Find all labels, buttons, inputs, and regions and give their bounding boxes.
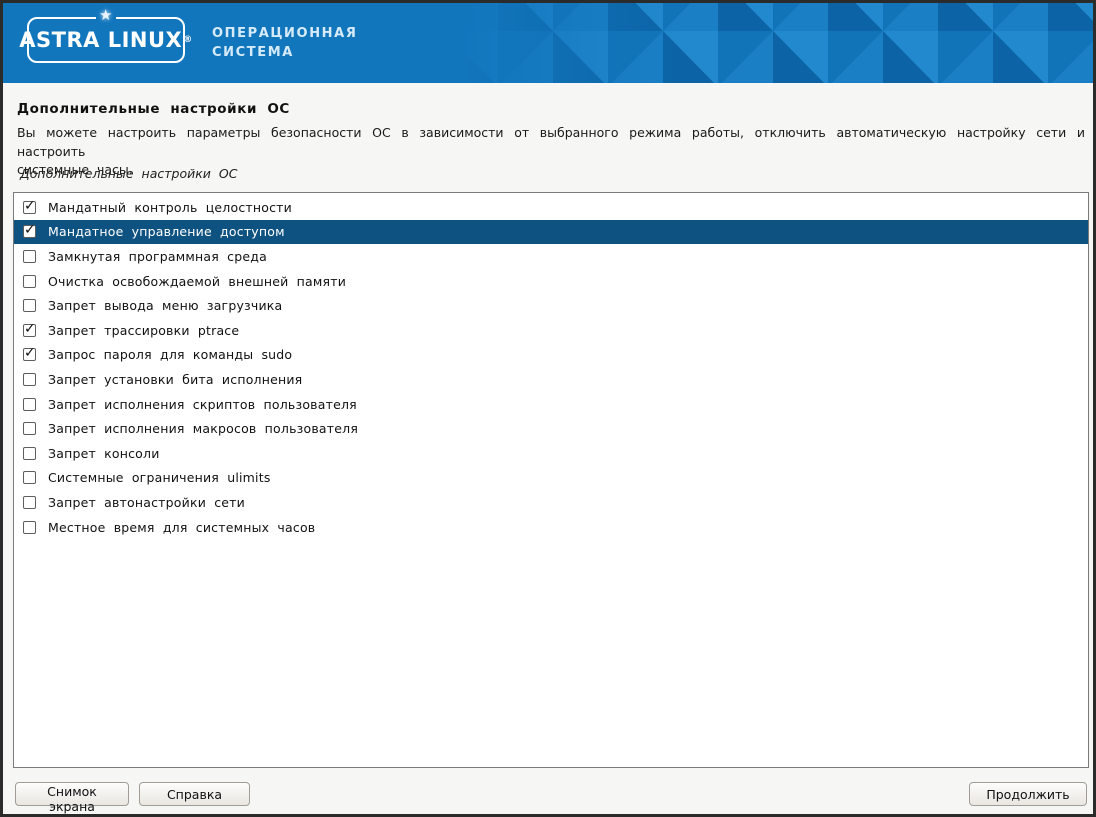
checkbox-icon[interactable]	[23, 496, 36, 509]
product-name: ОПЕРАЦИОННАЯ СИСТЕМА	[212, 24, 357, 62]
option-label: Местное время для системных часов	[48, 520, 315, 535]
option-row[interactable]: Мандатный контроль целостности	[14, 195, 1088, 220]
option-label: Запрос пароля для команды sudo	[48, 347, 292, 362]
product-line2: СИСТЕМА	[212, 43, 357, 62]
option-label: Системные ограничения ulimits	[48, 470, 271, 485]
screenshot-button[interactable]: Снимок экрана	[15, 782, 129, 806]
help-button[interactable]: Справка	[139, 782, 250, 806]
page-title: Дополнительные настройки ОС	[17, 101, 290, 117]
option-row[interactable]: Запрос пароля для команды sudo	[14, 343, 1088, 368]
checkbox-icon[interactable]	[23, 398, 36, 411]
option-row[interactable]: Запрет вывода меню загрузчика	[14, 293, 1088, 318]
option-row[interactable]: Местное время для системных часов	[14, 515, 1088, 540]
logo-text: ASTRA LINUX	[19, 28, 182, 52]
checkbox-icon[interactable]	[23, 521, 36, 534]
option-row[interactable]: Системные ограничения ulimits	[14, 466, 1088, 491]
description-line1: Вы можете настроить параметры безопаснос…	[17, 124, 1085, 161]
option-row[interactable]: Очистка освобождаемой внешней памяти	[14, 269, 1088, 294]
options-list[interactable]: Мандатный контроль целостности Мандатное…	[13, 192, 1089, 768]
product-line1: ОПЕРАЦИОННАЯ	[212, 24, 357, 43]
option-row[interactable]: Запрет трассировки ptrace	[14, 318, 1088, 343]
option-row[interactable]: Замкнутая программная среда	[14, 244, 1088, 269]
option-label: Запрет вывода меню загрузчика	[48, 298, 282, 313]
checkbox-icon[interactable]	[23, 201, 36, 214]
option-label: Запрет установки бита исполнения	[48, 372, 302, 387]
checkbox-icon[interactable]	[23, 471, 36, 484]
option-row[interactable]: Запрет исполнения скриптов пользователя	[14, 392, 1088, 417]
header-banner: ★ ASTRA LINUX® ОПЕРАЦИОННАЯ СИСТЕМА	[3, 3, 1093, 83]
continue-button[interactable]: Продолжить	[969, 782, 1087, 806]
registered-mark: ®	[183, 35, 193, 45]
option-label: Запрет консоли	[48, 446, 160, 461]
checkbox-icon[interactable]	[23, 225, 36, 238]
checkbox-icon[interactable]	[23, 348, 36, 361]
option-label: Замкнутая программная среда	[48, 249, 267, 264]
option-label: Запрет автонастройки сети	[48, 495, 245, 510]
section-label: Дополнительные настройки ОС	[20, 166, 237, 181]
installer-window: ★ ASTRA LINUX® ОПЕРАЦИОННАЯ СИСТЕМА Допо…	[0, 0, 1096, 817]
option-row[interactable]: Запрет установки бита исполнения	[14, 367, 1088, 392]
astra-linux-logo: ★ ASTRA LINUX®	[27, 17, 185, 63]
star-icon: ★	[96, 8, 116, 23]
checkbox-icon[interactable]	[23, 324, 36, 337]
option-row[interactable]: Запрет автонастройки сети	[14, 490, 1088, 515]
option-label: Мандатное управление доступом	[48, 224, 285, 239]
option-row[interactable]: Запрет исполнения макросов пользователя	[14, 416, 1088, 441]
option-label: Мандатный контроль целостности	[48, 200, 292, 215]
option-label: Запрет трассировки ptrace	[48, 323, 239, 338]
option-row[interactable]: Мандатное управление доступом	[14, 220, 1088, 245]
option-label: Очистка освобождаемой внешней памяти	[48, 274, 346, 289]
checkbox-icon[interactable]	[23, 447, 36, 460]
checkbox-icon[interactable]	[23, 422, 36, 435]
checkbox-icon[interactable]	[23, 250, 36, 263]
option-label: Запрет исполнения скриптов пользователя	[48, 397, 357, 412]
option-row[interactable]: Запрет консоли	[14, 441, 1088, 466]
option-label: Запрет исполнения макросов пользователя	[48, 421, 358, 436]
checkbox-icon[interactable]	[23, 299, 36, 312]
checkbox-icon[interactable]	[23, 275, 36, 288]
checkbox-icon[interactable]	[23, 373, 36, 386]
